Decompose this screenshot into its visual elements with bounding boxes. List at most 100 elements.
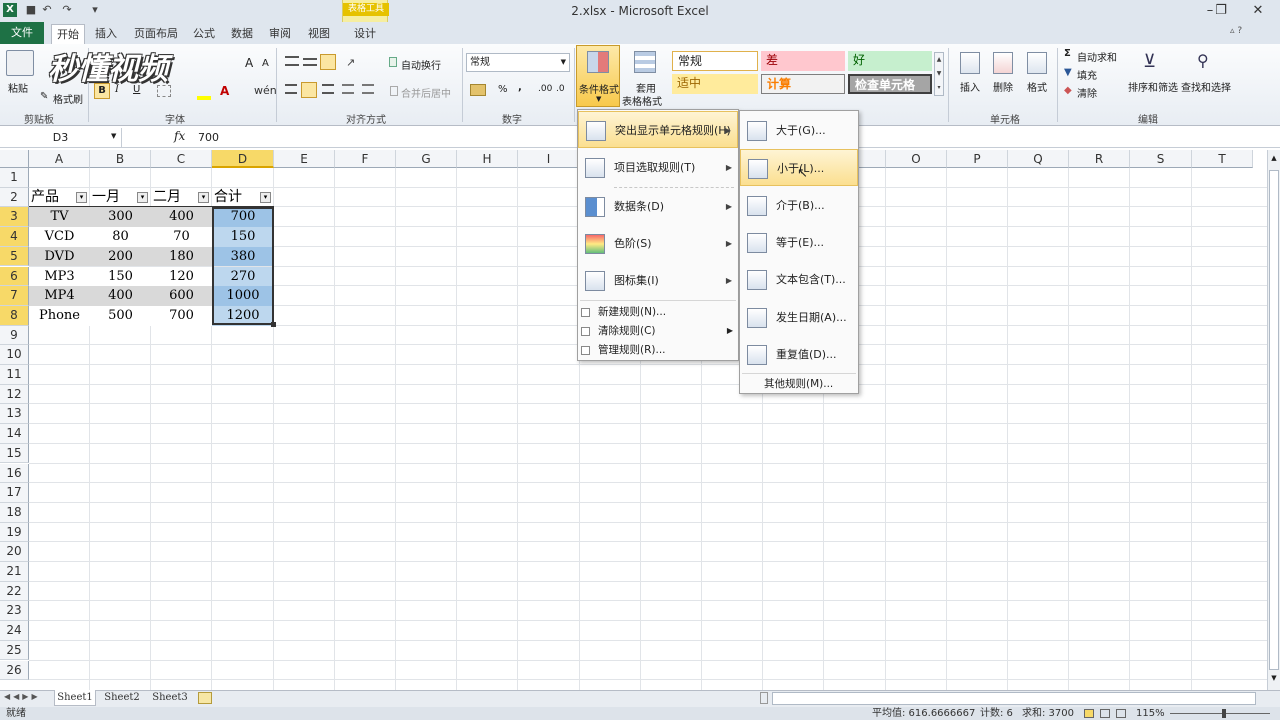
clear-button[interactable]: 清除 xyxy=(1077,85,1097,100)
style-normal[interactable]: 常规 xyxy=(672,51,758,71)
table-cell[interactable]: TV xyxy=(29,207,90,228)
find-select-button[interactable]: 查找和选择 xyxy=(1181,79,1231,94)
sheet-tab-2[interactable]: Sheet2 xyxy=(100,690,144,706)
insert-cells-icon[interactable] xyxy=(960,52,980,74)
submenu-item-5[interactable]: 发生日期(A)... xyxy=(740,299,858,336)
insert-cells-button[interactable]: 插入 xyxy=(960,79,980,94)
paste-icon[interactable] xyxy=(6,50,34,76)
column-header-g[interactable]: G xyxy=(396,150,457,168)
zoom-level[interactable]: 115% xyxy=(1136,707,1165,720)
row-header-24[interactable]: 24 xyxy=(0,621,29,641)
merge-center-button[interactable]: 合并后居中 xyxy=(401,85,451,100)
table-cell[interactable]: 180 xyxy=(151,246,212,267)
table-cell[interactable]: 70 xyxy=(151,227,212,247)
sheet-tab-1[interactable]: Sheet1 xyxy=(54,690,96,706)
row-header-21[interactable]: 21 xyxy=(0,562,29,582)
align-right-icon[interactable] xyxy=(322,84,334,94)
column-header-i[interactable]: I xyxy=(518,150,580,168)
align-top-icon[interactable] xyxy=(285,56,299,66)
format-cells-button[interactable]: 格式 xyxy=(1027,79,1047,94)
delete-cells-icon[interactable] xyxy=(993,52,1013,74)
style-good[interactable]: 好 xyxy=(848,51,932,71)
row-header-22[interactable]: 22 xyxy=(0,581,29,602)
column-header-q[interactable]: Q xyxy=(1008,150,1069,168)
formula-input[interactable]: 700 xyxy=(198,128,219,147)
sort-filter-icon[interactable]: ⊻ xyxy=(1143,51,1156,72)
row-header-4[interactable]: 4 xyxy=(0,227,29,247)
increase-indent-icon[interactable] xyxy=(362,84,374,94)
menu-item-new-rule[interactable]: 新建规则(N)... xyxy=(581,302,737,322)
scroll-up-icon[interactable]: ▲ xyxy=(1269,154,1279,168)
table-cell[interactable]: 700 xyxy=(151,305,212,326)
page-break-view-icon[interactable] xyxy=(1116,709,1126,718)
undo-icon[interactable]: ↶ xyxy=(40,3,54,17)
styles-scroll-icon[interactable]: ▲ ▼ ▾ xyxy=(934,52,944,96)
submenu-item-2[interactable]: 介于(B)... xyxy=(740,187,858,224)
submenu-item-0[interactable]: 大于(G)... xyxy=(740,112,858,149)
fill-handle[interactable] xyxy=(271,322,276,327)
name-box[interactable]: D3 xyxy=(0,128,122,147)
grow-font-button[interactable]: A xyxy=(245,56,253,70)
row-header-5[interactable]: 5 xyxy=(0,246,29,267)
column-header-a[interactable]: A xyxy=(29,150,90,168)
row-header-26[interactable]: 26 xyxy=(0,660,29,681)
tab-data[interactable]: 数据 xyxy=(228,24,256,44)
menu-item-data-bars[interactable]: 数据条(D) ▶ xyxy=(578,188,738,225)
row-header-1[interactable]: 1 xyxy=(0,168,29,188)
autosum-button[interactable]: 自动求和 xyxy=(1077,49,1117,64)
style-bad[interactable]: 差 xyxy=(761,51,845,71)
menu-item-highlight-rules[interactable]: 突出显示单元格规则(H) ▶ xyxy=(578,111,738,148)
row-header-17[interactable]: 17 xyxy=(0,483,29,503)
column-header-d[interactable]: D xyxy=(212,150,274,168)
vertical-scrollbar[interactable]: ▲ ▼ xyxy=(1267,150,1280,690)
align-middle-icon[interactable] xyxy=(303,58,317,66)
filter-dropdown-icon[interactable]: ▾ xyxy=(137,191,148,203)
shrink-font-button[interactable]: A xyxy=(262,58,269,69)
insert-function-icon[interactable]: fx xyxy=(174,129,185,143)
row-header-15[interactable]: 15 xyxy=(0,443,29,464)
table-cell[interactable]: 150 xyxy=(90,266,151,287)
column-header-p[interactable]: P xyxy=(947,150,1008,168)
table-cell[interactable]: MP3 xyxy=(29,266,90,287)
font-color-icon[interactable]: A xyxy=(220,84,229,98)
decrease-indent-icon[interactable] xyxy=(342,84,354,94)
style-neutral[interactable]: 适中 xyxy=(672,74,758,94)
italic-button[interactable]: I xyxy=(115,84,119,95)
submenu-item-6[interactable]: 重复值(D)... xyxy=(740,336,858,373)
row-header-12[interactable]: 12 xyxy=(0,384,29,405)
column-header-h[interactable]: H xyxy=(457,150,518,168)
bold-button[interactable]: B xyxy=(94,83,110,99)
submenu-item-3[interactable]: 等于(E)... xyxy=(740,224,858,261)
tab-split-handle[interactable] xyxy=(760,692,768,704)
comma-button[interactable]: , xyxy=(518,82,522,93)
row-header-19[interactable]: 19 xyxy=(0,522,29,543)
row-header-18[interactable]: 18 xyxy=(0,502,29,523)
row-header-2[interactable]: 2 xyxy=(0,187,29,208)
table-cell[interactable]: 400 xyxy=(90,286,151,306)
filter-dropdown-icon[interactable]: ▾ xyxy=(76,191,87,203)
filter-dropdown-icon[interactable]: ▾ xyxy=(260,191,271,203)
align-bottom-icon[interactable] xyxy=(320,54,336,70)
page-layout-view-icon[interactable] xyxy=(1100,709,1110,718)
menu-item-top-bottom-rules[interactable]: 项目选取规则(T) ▶ xyxy=(578,149,738,186)
row-header-7[interactable]: 7 xyxy=(0,286,29,306)
tab-review[interactable]: 审阅 xyxy=(266,24,294,44)
new-sheet-icon[interactable] xyxy=(198,692,212,704)
table-header-cell[interactable]: 合计 ▾ xyxy=(212,188,274,208)
row-header-25[interactable]: 25 xyxy=(0,640,29,661)
format-cells-icon[interactable] xyxy=(1027,52,1047,74)
align-left-icon[interactable] xyxy=(285,84,297,94)
fill-color-icon[interactable] xyxy=(197,96,211,100)
format-painter-button[interactable]: 格式刷 xyxy=(53,91,83,106)
increase-decimal-icon[interactable]: .00 xyxy=(538,84,552,94)
menu-item-icon-sets[interactable]: 图标集(I) ▶ xyxy=(578,262,738,299)
scroll-thumb[interactable] xyxy=(1269,170,1279,670)
table-cell[interactable]: 400 xyxy=(151,207,212,228)
row-header-13[interactable]: 13 xyxy=(0,404,29,425)
zoom-thumb[interactable] xyxy=(1222,709,1226,718)
column-header-o[interactable]: O xyxy=(886,150,947,168)
table-cell[interactable]: 120 xyxy=(151,266,212,287)
table-cell[interactable]: VCD xyxy=(29,227,90,247)
number-format-select[interactable]: 常规 ▼ xyxy=(466,53,570,72)
table-header-cell[interactable]: 一月 ▾ xyxy=(90,188,151,208)
